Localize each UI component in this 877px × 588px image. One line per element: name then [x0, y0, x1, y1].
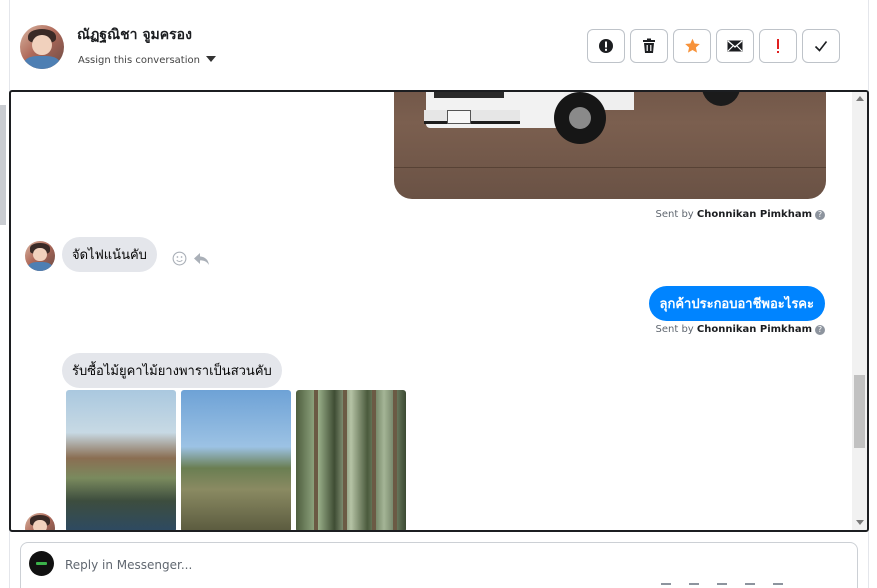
page-logo-icon — [29, 551, 54, 576]
sent-by-prefix: Sent by — [655, 209, 694, 220]
mark-unread-button[interactable] — [716, 29, 754, 63]
mark-done-button[interactable] — [802, 29, 840, 63]
envelope-icon — [727, 40, 743, 52]
help-icon[interactable]: ? — [815, 325, 825, 335]
help-icon[interactable]: ? — [815, 210, 825, 220]
sticker-icon[interactable] — [745, 583, 755, 588]
mark-spam-button[interactable] — [587, 29, 625, 63]
reply-input[interactable] — [65, 555, 765, 575]
incoming-message[interactable]: รับซื้อไม้ยูคาไม้ยางพาราเป็นสวนคับ — [62, 353, 282, 388]
image-icon[interactable] — [717, 583, 727, 588]
photo-attachment[interactable] — [296, 390, 406, 530]
conversation-actions — [587, 29, 840, 63]
right-panel-edge — [868, 0, 877, 588]
exclamation-icon — [777, 39, 779, 53]
assign-conversation-dropdown[interactable]: Assign this conversation — [78, 55, 216, 66]
message-thread[interactable]: Sent by Chonnikan Pimkham? จัดไฟแน้นคับ … — [9, 90, 869, 532]
smiley-icon[interactable] — [172, 251, 187, 266]
sent-by-label: Sent by Chonnikan Pimkham? — [655, 209, 825, 220]
conversation-header: ณัฏฐณิชา จูมครอง Assign this conversatio… — [10, 0, 868, 90]
sender-name: Chonnikan Pimkham — [696, 324, 812, 335]
caret-down-icon — [205, 56, 216, 62]
trash-icon — [643, 38, 655, 53]
inbox-page: ณัฏฐณิชา จูมครอง Assign this conversatio… — [0, 0, 877, 588]
scroll-up-icon[interactable] — [856, 96, 864, 101]
delete-button[interactable] — [630, 29, 668, 63]
outgoing-message[interactable]: ลุกค้าประกอบอาชีพอะไรคะ — [648, 286, 825, 321]
assign-label: Assign this conversation — [78, 55, 200, 66]
truck-photo-attachment[interactable] — [394, 92, 826, 199]
alert-circle-icon — [599, 39, 613, 53]
photo-attachment[interactable] — [66, 390, 176, 530]
checkmark-icon — [814, 41, 828, 52]
scroll-down-icon[interactable] — [856, 520, 864, 525]
gif-icon[interactable] — [773, 583, 783, 588]
photo-attachment[interactable] — [181, 390, 291, 530]
attachment-icon[interactable] — [661, 583, 671, 588]
follow-up-button[interactable] — [759, 29, 797, 63]
incoming-message[interactable]: จัดไฟแน้นคับ — [62, 237, 157, 272]
reply-icon[interactable] — [193, 252, 210, 266]
emoji-icon[interactable] — [689, 583, 699, 588]
star-icon — [684, 38, 700, 53]
contact-avatar-small[interactable] — [25, 513, 55, 530]
thread-scrollbar[interactable] — [852, 92, 867, 530]
sender-name: Chonnikan Pimkham — [696, 209, 812, 220]
reply-composer — [20, 542, 858, 588]
composer-toolbar — [661, 583, 783, 588]
star-button[interactable] — [673, 29, 711, 63]
sent-by-prefix: Sent by — [655, 324, 694, 335]
contact-avatar-small[interactable] — [25, 241, 55, 271]
contact-name[interactable]: ณัฏฐณิชา จูมครอง — [77, 24, 192, 46]
contact-avatar[interactable] — [20, 25, 64, 69]
sent-by-label: Sent by Chonnikan Pimkham? — [655, 324, 825, 335]
left-scroll-notch — [0, 105, 6, 225]
message-reactions — [172, 251, 210, 266]
scrollbar-thumb[interactable] — [854, 375, 865, 448]
